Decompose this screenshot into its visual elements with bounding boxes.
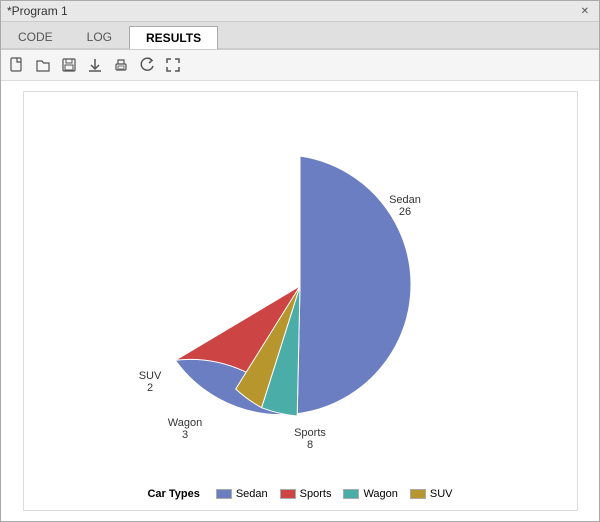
label-suv: SUV [139,370,162,382]
legend-label-sedan: Sedan [236,488,268,500]
label-sedan: Sedan [389,194,421,206]
print-icon[interactable] [111,55,131,75]
legend-item-sports: Sports [280,488,332,500]
tab-results[interactable]: RESULTS [129,26,218,49]
main-window: *Program 1 ✕ CODE LOG RESULTS [0,0,600,522]
chart-container: Sedan 26 Sports 8 Wagon 3 SUV 2 Car Type… [23,91,578,511]
legend-color-suv [410,489,426,499]
window-title: *Program 1 [7,4,68,18]
new-icon[interactable] [7,55,27,75]
legend-label-suv: SUV [430,488,453,500]
title-bar: *Program 1 ✕ [1,1,599,22]
toolbar [1,50,599,81]
legend-item-sedan: Sedan [216,488,268,500]
chart-legend: Car Types Sedan Sports Wagon SUV [147,488,452,500]
close-button[interactable]: ✕ [577,5,593,18]
tab-code[interactable]: CODE [1,25,70,48]
pie-chart-svg: Sedan 26 Sports 8 Wagon 3 SUV 2 [90,131,510,451]
save-icon[interactable] [59,55,79,75]
legend-item-suv: SUV [410,488,453,500]
value-sports: 8 [307,439,313,451]
tab-log[interactable]: LOG [70,25,129,48]
refresh-icon[interactable] [137,55,157,75]
label-sports: Sports [294,427,326,439]
legend-color-sedan [216,489,232,499]
legend-color-sports [280,489,296,499]
expand-icon[interactable] [163,55,183,75]
content-area: Sedan 26 Sports 8 Wagon 3 SUV 2 Car Type… [1,81,599,521]
legend-title: Car Types [147,488,199,500]
legend-item-wagon: Wagon [343,488,397,500]
legend-color-wagon [343,489,359,499]
value-wagon: 3 [182,429,188,441]
pie-chart-area: Sedan 26 Sports 8 Wagon 3 SUV 2 [34,102,567,480]
download-icon[interactable] [85,55,105,75]
value-sedan: 26 [399,206,411,218]
tab-bar: CODE LOG RESULTS [1,22,599,50]
value-suv: 2 [147,382,153,394]
open-icon[interactable] [33,55,53,75]
legend-label-wagon: Wagon [363,488,397,500]
legend-label-sports: Sports [300,488,332,500]
label-wagon: Wagon [168,417,202,429]
